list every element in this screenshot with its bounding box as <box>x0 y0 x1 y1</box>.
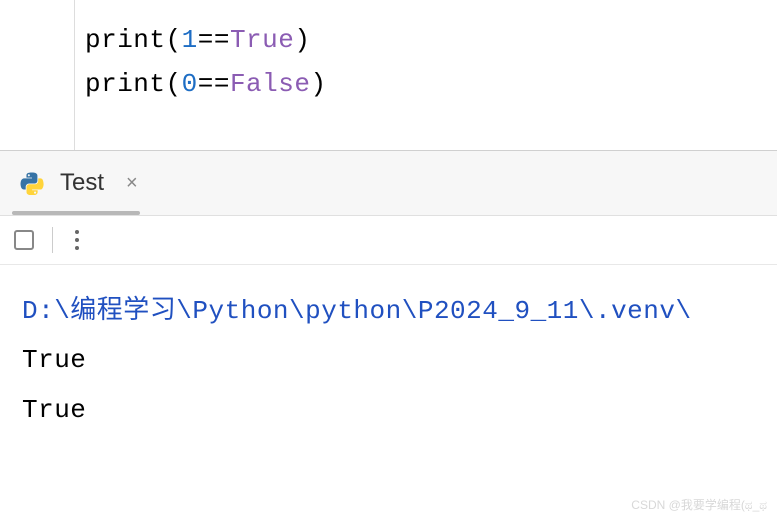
operator: == <box>198 25 230 55</box>
number-literal: 1 <box>182 25 198 55</box>
run-tab-label[interactable]: Test <box>60 169 104 197</box>
operator: == <box>198 69 230 99</box>
paren-close: ) <box>294 25 310 55</box>
gutter <box>0 0 75 150</box>
more-icon[interactable] <box>71 226 83 254</box>
stop-button[interactable] <box>14 230 34 250</box>
boolean-literal: True <box>230 25 294 55</box>
close-icon[interactable]: × <box>126 172 138 195</box>
interpreter-path: D:\编程学习\Python\python\P2024_9_11\.venv\ <box>22 287 755 336</box>
number-literal: 0 <box>182 69 198 99</box>
function-call: print <box>85 25 166 55</box>
divider <box>52 227 53 253</box>
console-toolbar <box>0 215 777 265</box>
code-line: print(0==False) <box>85 62 327 106</box>
run-tab-bar: Test × <box>0 150 777 215</box>
output-line: True <box>22 336 755 385</box>
boolean-literal: False <box>230 69 311 99</box>
python-icon <box>20 171 44 195</box>
watermark: CSDN @我要学编程(ಥ_ಥ <box>631 496 767 513</box>
code-editor[interactable]: print(1==True) print(0==False) <box>0 0 777 150</box>
paren-open: ( <box>166 69 182 99</box>
tab-underline <box>12 211 140 215</box>
code-line: print(1==True) <box>85 18 327 62</box>
console-output[interactable]: D:\编程学习\Python\python\P2024_9_11\.venv\ … <box>0 265 777 435</box>
output-line: True <box>22 386 755 435</box>
code-content[interactable]: print(1==True) print(0==False) <box>75 0 337 150</box>
function-call: print <box>85 69 166 99</box>
paren-open: ( <box>166 25 182 55</box>
paren-close: ) <box>310 69 326 99</box>
